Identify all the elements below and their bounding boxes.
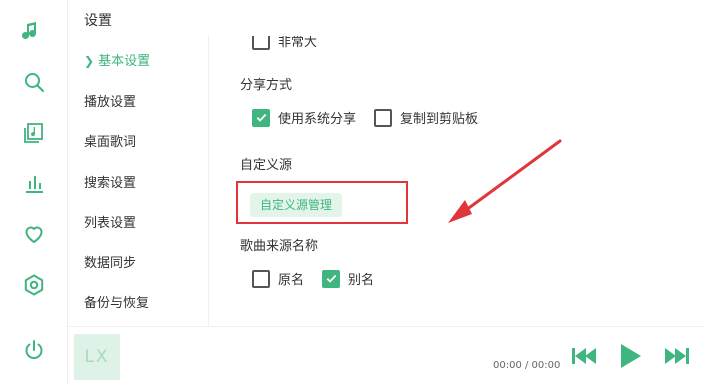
chart-icon[interactable] xyxy=(19,168,49,198)
share-section-title: 分享方式 xyxy=(240,78,293,93)
checkbox-box xyxy=(252,36,270,50)
nav-item-playback[interactable]: 播放设置 xyxy=(84,91,136,110)
system-share-checkbox[interactable]: 使用系统分享 xyxy=(252,108,356,127)
search-icon[interactable] xyxy=(19,67,49,97)
nav-item-desktop-lyrics[interactable]: 桌面歌词 xyxy=(84,131,136,150)
play-button[interactable] xyxy=(620,343,642,369)
settings-content: 非常大 分享方式 使用系统分享 复制到剪贴板 自定义源 自定义源管理 歌曲来源名… xyxy=(210,36,704,326)
previous-track-button[interactable] xyxy=(572,347,596,365)
next-track-button[interactable] xyxy=(665,347,689,365)
chevron-right-icon: ❯ xyxy=(84,54,95,68)
checkbox-label: 非常大 xyxy=(278,36,318,50)
check-icon xyxy=(326,274,336,283)
nav-item-list[interactable]: 列表设置 xyxy=(84,212,136,231)
skip-next-icon xyxy=(665,348,689,364)
nav-item-label: 基本设置 xyxy=(98,54,151,69)
checkbox-label: 别名 xyxy=(348,273,375,288)
page-title: 设置 xyxy=(84,13,112,29)
checkbox-box xyxy=(374,108,392,127)
settings-icon[interactable] xyxy=(19,270,49,300)
app-window: 设置 ❯ 基本设置 播放设置 桌面歌词 搜索设置 列表设置 数据同步 备份与恢复 … xyxy=(0,0,704,384)
custom-source-manage-button[interactable]: 自定义源管理 xyxy=(250,193,343,217)
nav-item-search[interactable]: 搜索设置 xyxy=(84,172,136,191)
nav-item-backup[interactable]: 备份与恢复 xyxy=(84,292,149,311)
source-name-section-title: 歌曲来源名称 xyxy=(240,239,319,254)
heart-icon[interactable] xyxy=(19,219,49,249)
play-icon xyxy=(621,344,641,368)
copy-clipboard-checkbox[interactable]: 复制到剪贴板 xyxy=(374,108,478,127)
music-note-icon[interactable] xyxy=(19,16,49,46)
check-icon xyxy=(256,113,266,122)
original-name-checkbox[interactable]: 原名 xyxy=(252,269,304,288)
checkbox-box xyxy=(322,269,340,288)
font-size-very-large-checkbox[interactable]: 非常大 xyxy=(252,36,317,50)
checkbox-box xyxy=(252,269,270,288)
checkbox-label: 复制到剪贴板 xyxy=(400,112,479,127)
checkbox-box xyxy=(252,108,270,127)
nav-item-basic[interactable]: ❯ 基本设置 xyxy=(84,50,150,69)
icon-rail xyxy=(0,0,68,384)
checkbox-label: 原名 xyxy=(278,273,305,288)
checkbox-label: 使用系统分享 xyxy=(278,112,357,127)
power-icon[interactable] xyxy=(19,335,49,365)
player-bar: LX 00:00 / 00:00 xyxy=(68,326,704,384)
album-cover[interactable]: LX xyxy=(74,334,120,380)
settings-nav: ❯ 基本设置 播放设置 桌面歌词 搜索设置 列表设置 数据同步 备份与恢复 xyxy=(68,36,209,326)
alias-name-checkbox[interactable]: 别名 xyxy=(322,269,374,288)
custom-source-section-title: 自定义源 xyxy=(240,158,293,173)
nav-item-sync[interactable]: 数据同步 xyxy=(84,252,136,271)
playlist-icon[interactable] xyxy=(19,118,49,148)
skip-previous-icon xyxy=(572,348,596,364)
playback-time: 00:00 / 00:00 xyxy=(493,360,561,371)
